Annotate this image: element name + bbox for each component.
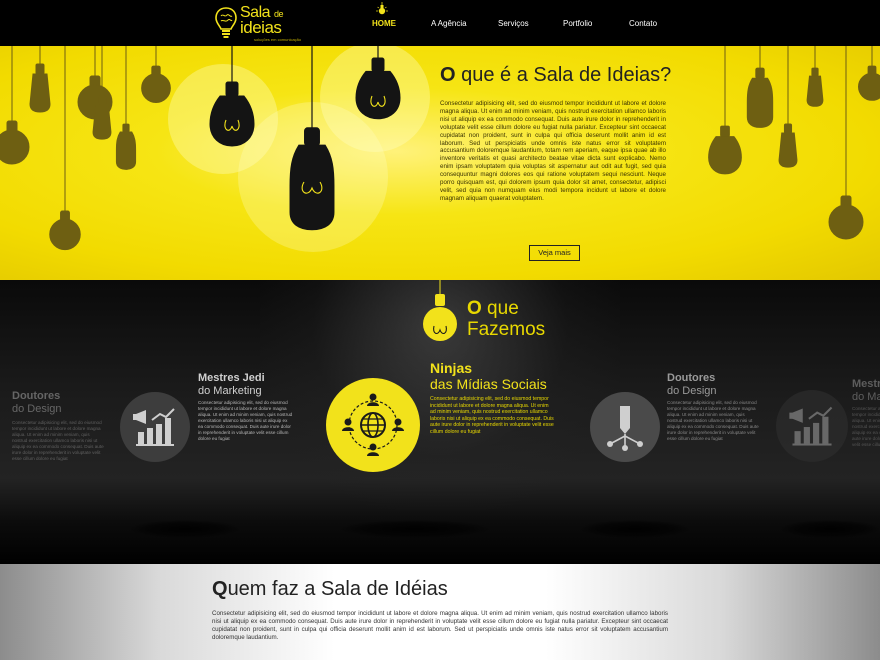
hero-section: O que é a Sala de Ideias? Consectetur ad…: [0, 46, 880, 280]
top-navbar: Sala de ideias soluções em comunicação H…: [0, 0, 880, 46]
service-title: Doutores: [667, 372, 716, 384]
card-shadow: [780, 520, 880, 538]
brand-name-line2: ideias: [240, 18, 282, 37]
hanging-bulb-icon: [423, 280, 457, 341]
service-desc: Consectetur adipisicing elit, sed do eiu…: [430, 396, 554, 435]
about-section: Quem faz a Sala de Idéias Consectetur ad…: [0, 564, 880, 660]
services-section: O que Fazemos Doutores do Design Consect…: [0, 280, 880, 564]
service-desc: Consectetur adipisicing elit, sed do eiu…: [12, 420, 104, 461]
megaphone-chart-icon: [789, 406, 833, 446]
globe-people-icon: [342, 393, 404, 456]
service-title: Mestres Jedi: [852, 378, 880, 390]
service-card-social[interactable]: Ninjas das Mídias Sociais Consectetur ad…: [326, 360, 558, 484]
lightbulb-brain-icon: [215, 7, 237, 38]
service-card-design[interactable]: Doutores do Design Consectetur adipisici…: [590, 372, 770, 472]
hero-body-text: Consectetur adipisicing elit, sed do eiu…: [440, 100, 666, 202]
nav-portfolio[interactable]: Portfolio: [563, 19, 592, 28]
brand-tagline: soluções em comunicação: [254, 37, 302, 42]
active-bulb-icon: [376, 2, 388, 15]
services-heading: O que Fazemos: [467, 298, 546, 340]
service-subtitle: do Marketing: [198, 385, 262, 397]
card-shadow: [130, 520, 240, 538]
pencil-network-icon: [607, 406, 643, 451]
service-icon-circle: [590, 392, 660, 462]
see-more-button[interactable]: Veja mais: [529, 245, 580, 261]
service-subtitle: das Mídias Sociais: [430, 376, 547, 392]
service-title: Mestres Jedi: [198, 372, 265, 384]
service-title: Doutores: [12, 390, 61, 402]
service-subtitle: do Design: [667, 385, 717, 397]
service-subtitle: do Design: [12, 403, 62, 415]
about-body-text: Consectetur adipisicing elit, sed do eiu…: [212, 610, 668, 641]
nav-servicos[interactable]: Serviços: [498, 19, 529, 28]
service-desc: Consectetur adipisicing elit, sed do eiu…: [667, 400, 759, 441]
nav-home[interactable]: HOME: [372, 19, 396, 28]
service-card-marketing-right[interactable]: Mestres Jedi do Marketing Consectetur ad…: [774, 372, 880, 472]
about-title: Quem faz a Sala de Idéias: [212, 578, 448, 600]
megaphone-chart-icon: [133, 408, 175, 446]
nav-agencia[interactable]: A Agência: [431, 19, 467, 28]
service-title: Ninjas: [430, 360, 473, 376]
service-desc: Consectetur adipisicing elit, sed do eiu…: [852, 406, 880, 447]
card-shadow: [340, 520, 490, 538]
brand-logo[interactable]: Sala de ideias soluções em comunicação: [214, 4, 301, 42]
card-shadow: [580, 520, 690, 538]
service-icon-circle: [120, 392, 190, 462]
service-card-marketing[interactable]: Mestres Jedi do Marketing Consectetur ad…: [120, 372, 300, 472]
service-card-design-left[interactable]: Doutores do Design Consectetur adipisici…: [0, 380, 110, 480]
service-icon-circle: [776, 390, 848, 462]
service-desc: Consectetur adipisicing elit, sed do eiu…: [198, 400, 293, 441]
service-icon-circle: [326, 378, 420, 472]
nav-contato[interactable]: Contato: [629, 19, 657, 28]
hero-title: O que é a Sala de Ideias?: [440, 64, 672, 86]
service-subtitle: do Marketing: [852, 391, 880, 403]
